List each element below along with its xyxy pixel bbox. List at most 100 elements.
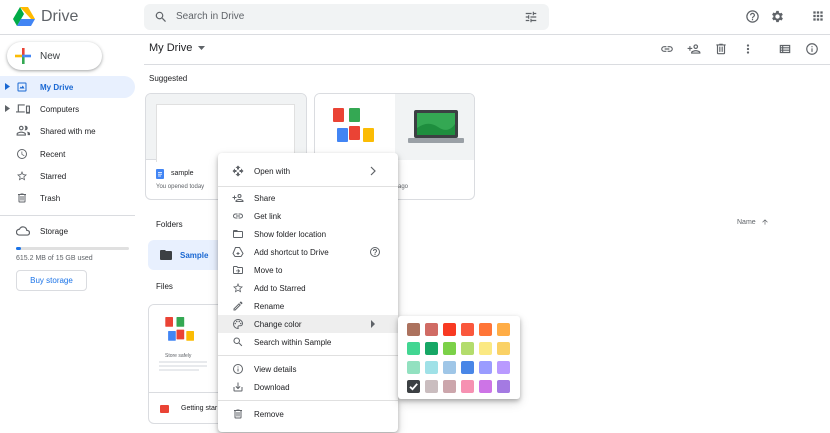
color-swatch[interactable]	[425, 380, 438, 393]
menu-show-folder-location[interactable]: Show folder location	[218, 225, 398, 243]
color-swatch[interactable]	[425, 342, 438, 355]
sidebar-item-recent[interactable]: Recent	[0, 143, 135, 165]
drive-logo[interactable]: Drive	[13, 7, 78, 26]
menu-download[interactable]: Download	[218, 378, 398, 396]
files-icon	[333, 108, 374, 142]
menu-add-to-starred[interactable]: Add to Starred	[218, 279, 398, 297]
color-swatch[interactable]	[407, 342, 420, 355]
color-swatch[interactable]	[407, 380, 420, 393]
menu-item-label: Share	[254, 194, 276, 203]
info-icon[interactable]	[805, 42, 819, 56]
sidebar-item-my-drive[interactable]: My Drive	[0, 76, 135, 98]
menu-rename[interactable]: Rename	[218, 297, 398, 315]
menu-item-label: Move to	[254, 266, 283, 275]
move-to-icon	[233, 266, 243, 274]
color-swatch[interactable]	[479, 342, 492, 355]
laptop-preview	[396, 94, 474, 160]
folder-sample[interactable]: Sample	[148, 240, 227, 270]
link-icon[interactable]	[660, 42, 674, 56]
color-swatch[interactable]	[443, 323, 456, 336]
menu-item-label: Search within Sample	[254, 338, 332, 347]
color-swatch[interactable]	[407, 361, 420, 374]
top-bar: Drive Search in Drive	[0, 0, 830, 35]
color-swatch[interactable]	[497, 361, 510, 374]
sidebar-item-shared[interactable]: Shared with me	[0, 120, 135, 142]
color-swatch[interactable]	[425, 323, 438, 336]
search-bar[interactable]: Search in Drive	[144, 4, 549, 30]
folder-icon	[233, 230, 243, 238]
sidebar-item-starred[interactable]: Starred	[0, 165, 135, 187]
apps-grid-icon[interactable]	[811, 9, 825, 23]
color-swatch[interactable]	[497, 323, 510, 336]
sidebar-item-label: Storage	[40, 227, 69, 236]
menu-item-label: Get link	[254, 212, 282, 221]
gear-icon[interactable]	[770, 9, 785, 24]
color-swatch[interactable]	[479, 361, 492, 374]
sidebar-item-trash[interactable]: Trash	[0, 187, 135, 209]
menu-open-with[interactable]: Open with	[218, 162, 398, 180]
color-swatch[interactable]	[443, 380, 456, 393]
menu-move-to[interactable]: Move to	[218, 261, 398, 279]
folders-label: Folders	[156, 220, 183, 229]
color-swatch[interactable]	[479, 323, 492, 336]
sidebar-item-computers[interactable]: Computers	[0, 98, 135, 120]
card-title: Getting star	[181, 405, 218, 412]
folder-icon	[160, 250, 172, 260]
help-icon[interactable]	[369, 246, 381, 258]
trash-icon[interactable]	[714, 42, 728, 56]
color-swatch[interactable]	[461, 323, 474, 336]
thumb-caption: Store safely	[165, 353, 192, 359]
page-title-text: My Drive	[149, 42, 193, 54]
my-drive-icon	[17, 82, 27, 92]
files-preview	[315, 94, 395, 160]
tune-icon[interactable]	[524, 10, 538, 24]
people-icon	[16, 125, 30, 136]
menu-item-label: Add shortcut to Drive	[254, 248, 329, 257]
trash-icon	[234, 409, 242, 419]
menu-separator	[218, 400, 398, 401]
list-view-icon[interactable]	[778, 42, 792, 56]
page-title[interactable]: My Drive	[149, 42, 206, 54]
sidebar-item-label: Computers	[40, 105, 80, 114]
help-icon[interactable]	[745, 9, 760, 24]
docs-icon	[156, 169, 164, 179]
color-swatch[interactable]	[461, 342, 474, 355]
color-swatch[interactable]	[407, 323, 420, 336]
menu-search-within[interactable]: Search within Sample	[218, 333, 398, 351]
person-add-icon[interactable]	[687, 42, 701, 56]
new-button[interactable]: New	[7, 42, 102, 70]
menu-get-link[interactable]: Get link	[218, 207, 398, 225]
menu-item-label: Rename	[254, 302, 285, 311]
color-swatch[interactable]	[479, 380, 492, 393]
menu-separator	[218, 186, 398, 187]
search-input[interactable]: Search in Drive	[176, 11, 244, 22]
color-swatch[interactable]	[425, 361, 438, 374]
sort-label: Name	[737, 218, 756, 226]
menu-remove[interactable]: Remove	[218, 405, 398, 423]
sidebar-item-storage[interactable]: Storage	[0, 220, 135, 242]
files-label: Files	[156, 282, 173, 291]
search-icon	[233, 337, 243, 347]
color-swatch[interactable]	[443, 342, 456, 355]
search-icon[interactable]	[154, 10, 168, 24]
color-swatch[interactable]	[497, 342, 510, 355]
color-swatch[interactable]	[461, 361, 474, 374]
menu-change-color[interactable]: Change color	[218, 315, 398, 333]
caret-right-icon[interactable]	[5, 105, 10, 112]
color-swatch[interactable]	[443, 361, 456, 374]
buy-storage-button[interactable]: Buy storage	[16, 270, 87, 291]
color-swatch[interactable]	[497, 380, 510, 393]
sort-by-name[interactable]: Name	[737, 218, 769, 226]
storage-progress-fill	[16, 247, 21, 250]
color-swatch[interactable]	[461, 380, 474, 393]
caret-right-icon[interactable]	[5, 83, 10, 90]
arrow-up-icon	[762, 219, 768, 225]
card-thumbnail	[146, 94, 306, 162]
menu-view-details[interactable]: View details	[218, 360, 398, 378]
suggested-label: Suggested	[149, 74, 188, 83]
file-card-getting-started[interactable]: Store safely Getting star	[148, 304, 228, 424]
more-vert-icon[interactable]	[741, 42, 755, 56]
color-palette	[398, 316, 520, 399]
menu-share[interactable]: Share	[218, 189, 398, 207]
menu-add-shortcut[interactable]: Add shortcut to Drive	[218, 243, 398, 261]
